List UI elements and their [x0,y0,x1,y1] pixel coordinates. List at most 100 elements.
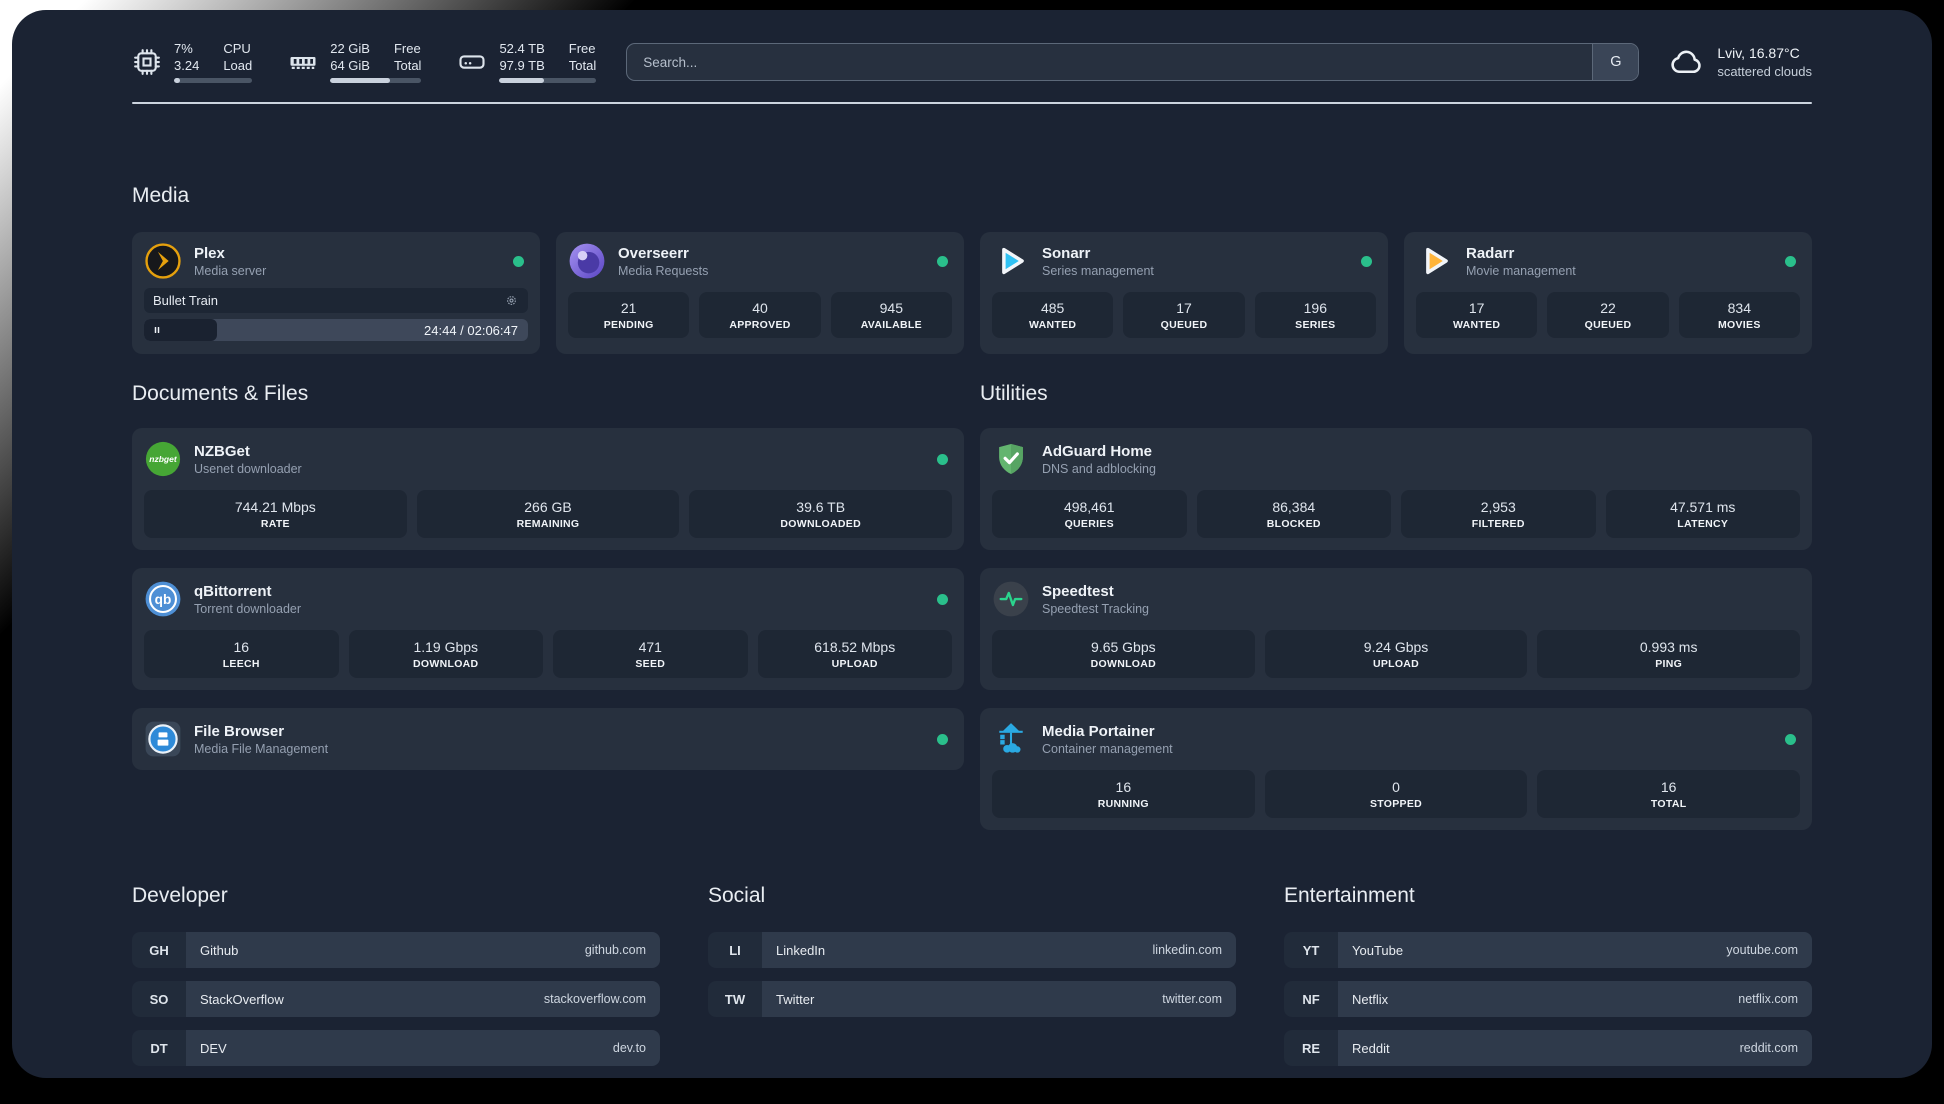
service-card-nzbget[interactable]: nzbget NZBGet Usenet downloader 744.21 Mbps… [132,428,964,550]
status-online-dot [937,453,948,465]
stat-stopped: 0 STOPPED [1264,770,1528,818]
disk-icon [457,47,487,77]
stat-value: 498,461 [1063,498,1115,515]
stats-row: 498,461 QUERIES 86,384 BLOCKED 2,953 FILTERED… [992,490,1800,538]
memory-free-label: Free [393,40,421,56]
gear-icon[interactable] [504,293,519,308]
app-name: File Browser [194,722,285,740]
memory-total-label: Total [393,57,422,73]
bookmark-abbr: GH [132,932,186,968]
card-header: Media Portainer Container management [992,720,1800,758]
status-online-dot [937,255,948,267]
playback-elapsed-fill [144,319,217,341]
stat-value: 0 [1392,778,1400,795]
playback-progress-bar[interactable]: 24:44 / 02:06:47 [144,319,528,341]
stat-queued: 22 QUEUED [1547,292,1669,338]
bookmark-reddit[interactable]: RE Reddit reddit.com [1284,1030,1812,1066]
stat-value: 266 GB [524,498,572,515]
search-engine-button[interactable]: G [1592,44,1639,80]
stat-label: UPLOAD [831,657,878,670]
app-name: Plex [194,244,225,262]
now-playing-row[interactable]: Bullet Train [144,288,528,313]
app-subtitle: Speedtest Tracking [1042,601,1150,616]
app-subtitle: Usenet downloader [194,461,302,476]
bookmark-twitter[interactable]: TW Twitter twitter.com [708,981,1236,1017]
stat-queued: 17 QUEUED [1123,292,1245,338]
stat-value: 17 [1468,299,1485,316]
bookmark-github[interactable]: GH Github github.com [132,932,660,968]
portainer-icon [992,720,1030,758]
stat-label: FILTERED [1471,517,1525,530]
stats-row: 17 WANTED 22 QUEUED 834 MOVIES [1416,292,1800,338]
stat-download: 1.19 Gbps DOWNLOAD [348,630,543,678]
media-grid: Plex Media server Bullet Train 24:44 / 02:0… [132,232,1812,354]
load-label: Load [223,57,253,73]
stat-label: TOTAL [1650,797,1687,810]
service-card-overseerr[interactable]: Overseerr Media Requests 21 PENDING 40 APPROV… [556,232,964,354]
bookmark-abbr: LI [708,932,762,968]
card-header: File Browser Media File Management [144,720,952,758]
nzbget-icon: nzbget [144,440,182,478]
documents-column: Documents & Files nzbget NZBGet Usenet dow… [132,382,964,830]
app-name: AdGuard Home [1042,442,1153,460]
stat-ping: 0.993 ms PING [1537,630,1801,678]
bookmark-name: Netflix [1352,991,1389,1007]
stat-running: 16 RUNNING [992,770,1255,818]
stat-value: 47.571 ms [1670,498,1736,515]
plex-icon [144,242,182,280]
stat-label: RUNNING [1097,797,1149,810]
disk-free-label: Free [568,40,596,56]
bookmark-abbr: TW [708,981,762,1017]
pause-icon[interactable] [151,324,163,336]
bookmark-name: YouTube [1352,942,1404,958]
stat-value: 9.65 Gbps [1091,638,1156,655]
bookmark-group-developer: Developer GH Github github.com SO StackOverfl… [132,884,660,1066]
bookmark-abbr: YT [1284,932,1338,968]
bookmark-stackoverflow[interactable]: SO StackOverflow stackoverflow.com [132,981,660,1017]
cpu-icon [132,47,162,77]
service-card-radarr[interactable]: Radarr Movie management 17 WANTED 22 QUEUED 83… [1404,232,1812,354]
service-card-filebrowser[interactable]: File Browser Media File Management [132,708,964,770]
app-name: NZBGet [194,442,250,460]
memory-progress-bar [330,78,422,84]
service-card-plex[interactable]: Plex Media server Bullet Train 24:44 / 02:0… [132,232,540,354]
service-card-portainer[interactable]: Media Portainer Container management 16 RUN… [980,708,1812,830]
cpu-progress-bar [174,78,253,84]
stat-value: 945 [879,299,903,316]
stats-row: 16 LEECH 1.19 Gbps DOWNLOAD 471 SEED 618.52 Mb… [144,630,952,678]
card-header: AdGuard Home DNS and adblocking [992,440,1800,478]
bookmark-group-entertainment: Entertainment YT YouTube youtube.com NF Netfl… [1284,884,1812,1066]
weather-widget: Lviv, 16.87°C scattered clouds [1669,44,1812,80]
stat-label: LEECH [222,657,260,670]
stat-label: SERIES [1295,318,1336,331]
stat-series: 196 SERIES [1254,292,1376,338]
bookmark-dev[interactable]: DT DEV dev.to [132,1030,660,1066]
bookmark-netflix[interactable]: NF Netflix netflix.com [1284,981,1812,1017]
overseerr-icon [568,242,606,280]
bookmark-youtube[interactable]: YT YouTube youtube.com [1284,932,1812,968]
ram-icon [288,47,318,77]
service-card-adguard[interactable]: AdGuard Home DNS and adblocking 498,461 QUE… [980,428,1812,550]
bookmark-url: github.com [584,943,646,957]
svg-text:nzbget: nzbget [149,454,178,464]
app-subtitle: Container management [1042,741,1173,756]
app-subtitle: Media server [194,263,267,278]
stat-rate: 744.21 Mbps RATE [144,490,407,538]
stat-label: DOWNLOADED [780,517,861,530]
search-input[interactable] [627,54,1593,70]
bookmark-linkedin[interactable]: LI LinkedIn linkedin.com [708,932,1236,968]
adguard-icon [992,440,1030,478]
service-card-speedtest[interactable]: Speedtest Speedtest Tracking 9.65 Gbps DOWN… [980,568,1812,690]
card-header: Sonarr Series management [992,242,1376,280]
search-bar[interactable]: G [626,43,1640,81]
bookmark-url: dev.to [612,1041,646,1055]
disk-free-value: 52.4 TB [499,40,545,56]
disk-total-label: Total [568,57,597,73]
stat-value: 86,384 [1272,498,1316,515]
stat-label: BLOCKED [1266,517,1321,530]
service-card-sonarr[interactable]: Sonarr Series management 485 WANTED 17 QUEUED… [980,232,1388,354]
stat-label: PENDING [603,318,654,331]
cpu-label: CPU [223,40,251,56]
service-card-qbittorrent[interactable]: qb qBittorrent Torrent downloader 16 LEECH 1.… [132,568,964,690]
app-subtitle: Torrent downloader [194,601,302,616]
